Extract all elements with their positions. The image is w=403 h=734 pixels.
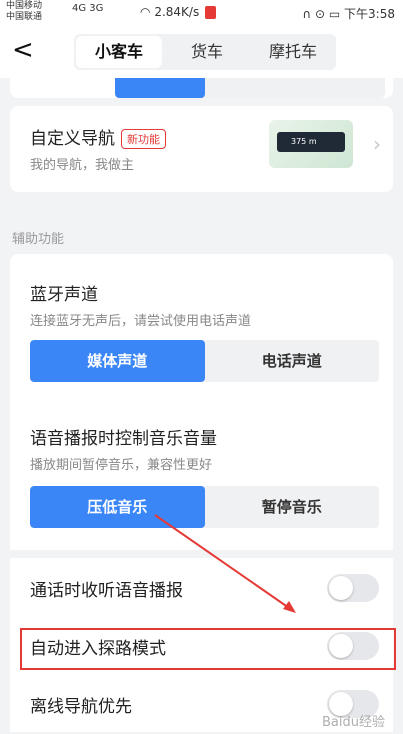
back-button[interactable]: < xyxy=(12,34,34,66)
status-bar: 中国移动 中国联通 4G 3G ◠ 2.84K/s ∩ ⊙ ▭ 下午3:58 xyxy=(0,0,403,26)
bluetooth-subtitle: 连接蓝牙无声后，请尝试使用电话声道 xyxy=(30,314,252,329)
tab-truck[interactable]: 货车 xyxy=(164,34,250,70)
bluetooth-channel-segment: 媒体声道 电话声道 xyxy=(30,340,379,382)
location-icon: ⊙ xyxy=(314,7,326,21)
clock-time: 下午3:58 xyxy=(344,7,395,21)
music-control-title: 语音播报时控制音乐音量 xyxy=(30,429,217,449)
bluetooth-title: 蓝牙声道 xyxy=(30,285,98,305)
custom-nav-subtitle: 我的导航，我做主 xyxy=(30,158,135,173)
music-control-card: 语音播报时控制音乐音量 播放期间暂停音乐，兼容性更好 压低音乐 暂停音乐 xyxy=(10,400,393,550)
toggle-knob xyxy=(329,576,353,600)
tab-car[interactable]: 小客车 xyxy=(76,36,162,68)
mode-option-1[interactable] xyxy=(115,78,205,98)
new-feature-badge: 新功能 xyxy=(121,129,166,149)
wifi-icon: ◠ xyxy=(140,5,151,19)
network-indicator: 4G 3G xyxy=(72,3,104,14)
phone-channel-button[interactable]: 电话声道 xyxy=(205,340,380,382)
carrier-2: 中国联通 xyxy=(6,12,43,22)
custom-nav-title: 自定义导航 新功能 xyxy=(30,124,166,149)
section-label: 辅助功能 xyxy=(12,232,65,247)
call-broadcast-toggle[interactable] xyxy=(327,574,379,602)
network-speed: ◠ 2.84K/s xyxy=(140,5,217,19)
bluetooth-card: 蓝牙声道 连接蓝牙无声后，请尝试使用电话声道 媒体声道 电话声道 xyxy=(10,254,393,400)
media-channel-button[interactable]: 媒体声道 xyxy=(30,340,205,382)
toggle-label: 通话时收听语音播报 xyxy=(30,581,183,601)
mode-option-2[interactable] xyxy=(205,78,295,98)
speed-text: 2.84K/s xyxy=(154,5,200,19)
custom-nav-thumbnail: 375 m xyxy=(269,120,353,168)
record-icon xyxy=(205,6,217,19)
custom-nav-title-text: 自定义导航 xyxy=(30,129,115,149)
toggle-row-call-broadcast: 通话时收听语音播报 xyxy=(10,558,393,616)
music-control-segment: 压低音乐 暂停音乐 xyxy=(30,486,379,528)
carrier-info: 中国移动 中国联通 xyxy=(6,1,42,23)
lower-music-button[interactable]: 压低音乐 xyxy=(30,486,205,528)
carrier-1: 中国移动 xyxy=(6,1,43,11)
thumb-nav-banner: 375 m xyxy=(277,132,345,152)
battery-icon: ▭ xyxy=(328,7,341,21)
annotation-highlight-box xyxy=(20,628,396,670)
music-control-subtitle: 播放期间暂停音乐，兼容性更好 xyxy=(30,458,213,473)
mode-segment xyxy=(115,78,385,98)
header: < 小客车 货车 摩托车 xyxy=(0,26,403,78)
mode-card xyxy=(10,78,393,98)
vehicle-tabs: 小客车 货车 摩托车 xyxy=(74,34,336,70)
mode-option-3[interactable] xyxy=(295,78,385,98)
pause-music-button[interactable]: 暂停音乐 xyxy=(205,486,380,528)
chevron-right-icon: › xyxy=(373,132,381,156)
custom-nav-card[interactable]: 自定义导航 新功能 我的导航，我做主 375 m › xyxy=(10,106,393,192)
headset-icon: ∩ xyxy=(302,7,312,21)
tab-motorcycle[interactable]: 摩托车 xyxy=(250,34,336,70)
thumb-distance: 375 m xyxy=(291,137,317,146)
toggle-label: 离线导航优先 xyxy=(30,697,132,717)
watermark-logo: Baidu经验 xyxy=(322,715,385,730)
right-status: ∩ ⊙ ▭ 下午3:58 xyxy=(302,5,395,22)
